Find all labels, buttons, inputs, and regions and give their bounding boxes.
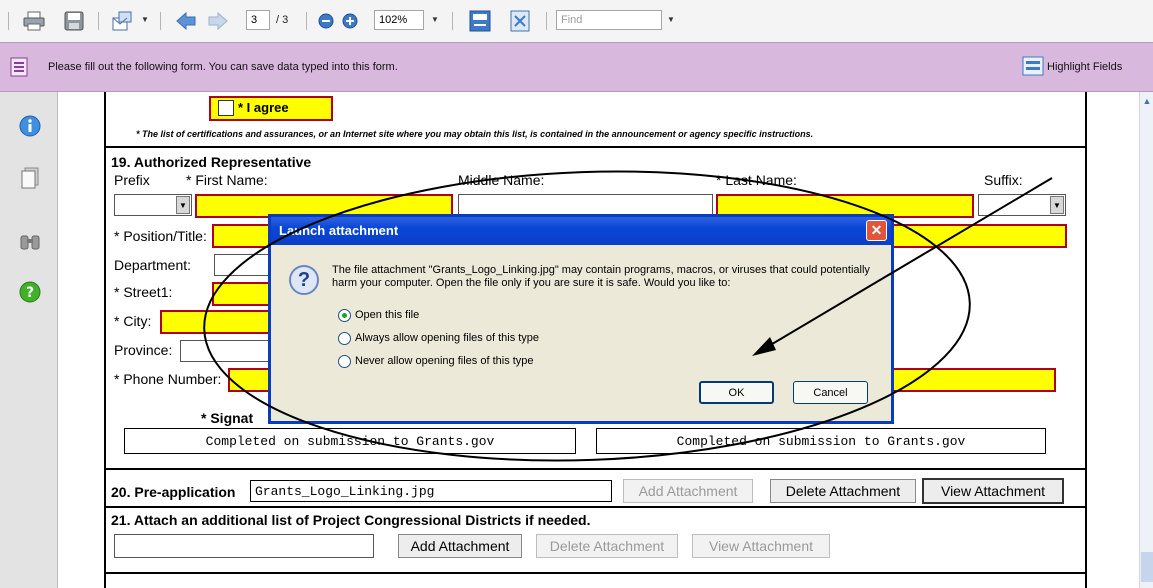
zoom-in-icon[interactable] xyxy=(340,9,360,33)
section-19-title: 19. Authorized Representative xyxy=(111,154,312,170)
zoom-out-icon[interactable] xyxy=(316,9,336,33)
suffix-select[interactable]: ▼ xyxy=(978,194,1066,216)
page-total: / 3 xyxy=(276,14,289,26)
street1-label: * Street1: xyxy=(114,284,173,300)
middle-name-label: Middle Name: xyxy=(458,172,545,188)
save-icon[interactable] xyxy=(62,9,86,33)
scroll-up-icon[interactable]: ▲ xyxy=(1141,96,1153,108)
previous-page-icon[interactable] xyxy=(174,9,198,33)
radio-label: Open this file xyxy=(355,309,420,321)
preapplication-file-field: Grants_Logo_Linking.jpg xyxy=(250,480,612,502)
toolbar-separator xyxy=(452,12,453,30)
next-page-icon[interactable] xyxy=(206,9,230,33)
radio-label: Never allow opening files of this type xyxy=(355,355,534,367)
section-21-label: 21. Attach an additional list of Project… xyxy=(111,512,591,528)
toolbar-separator xyxy=(8,12,9,30)
delete-attachment-2-button[interactable]: Delete Attachment xyxy=(536,534,678,558)
vertical-scrollbar[interactable]: ▲ xyxy=(1139,92,1153,588)
chevron-down-icon: ▼ xyxy=(1050,196,1064,214)
first-name-label: * First Name: xyxy=(186,172,268,188)
section-divider xyxy=(104,572,1087,574)
info-icon[interactable] xyxy=(18,114,42,138)
radio-icon xyxy=(338,354,351,368)
radio-selected-icon xyxy=(338,308,351,322)
add-attachment-2-button[interactable]: Add Attachment xyxy=(398,534,522,558)
help-icon[interactable]: ? xyxy=(18,280,42,304)
section-divider xyxy=(104,468,1087,470)
fit-width-icon[interactable] xyxy=(468,9,492,33)
launch-attachment-dialog: Launch attachment ✕ ? The file attachmen… xyxy=(268,214,894,424)
radio-label: Always allow opening files of this type xyxy=(355,332,540,344)
find-input[interactable]: Find xyxy=(556,10,662,30)
radio-never-allow[interactable]: Never allow opening files of this type xyxy=(338,353,534,369)
fit-page-icon[interactable] xyxy=(508,9,532,33)
toolbar-separator xyxy=(546,12,547,30)
toolbar: ▼ 3 / 3 102% ▼ Find ▼ xyxy=(0,0,1153,42)
toolbar-separator xyxy=(98,12,99,30)
form-border xyxy=(104,92,106,588)
navigation-pane: ? xyxy=(0,92,58,588)
city-label: * City: xyxy=(114,313,152,329)
agree-label: * I agree xyxy=(238,100,289,115)
chevron-down-icon[interactable]: ▼ xyxy=(430,12,440,28)
chevron-down-icon[interactable]: ▼ xyxy=(140,12,150,28)
signature-field: Completed on submission to Grants.gov xyxy=(124,428,576,454)
fax-number-field[interactable] xyxy=(892,368,1056,392)
last-name-label: * Last Name: xyxy=(716,172,797,188)
page-number-input[interactable]: 3 xyxy=(246,10,270,30)
view-attachment-2-button[interactable]: View Attachment xyxy=(692,534,830,558)
print-icon[interactable] xyxy=(22,9,46,33)
message-text: Please fill out the following form. You … xyxy=(48,61,398,73)
dialog-titlebar[interactable]: Launch attachment ✕ xyxy=(271,217,891,245)
question-icon: ? xyxy=(289,265,319,295)
position-title-label: * Position/Title: xyxy=(114,228,207,244)
scroll-thumb[interactable] xyxy=(1141,552,1153,582)
email-icon[interactable] xyxy=(110,9,136,33)
agree-checkbox[interactable] xyxy=(218,100,234,116)
delete-attachment-button[interactable]: Delete Attachment xyxy=(770,479,916,503)
binoculars-icon[interactable] xyxy=(18,230,42,254)
department-label: Department: xyxy=(114,257,192,273)
date-signed-field: Completed on submission to Grants.gov xyxy=(596,428,1046,454)
close-icon[interactable]: ✕ xyxy=(866,220,887,241)
view-attachment-button[interactable]: View Attachment xyxy=(922,478,1064,504)
toolbar-separator xyxy=(306,12,307,30)
dialog-title: Launch attachment xyxy=(279,223,399,238)
radio-always-allow[interactable]: Always allow opening files of this type xyxy=(338,330,539,346)
add-attachment-button[interactable]: Add Attachment xyxy=(623,479,753,503)
form-border xyxy=(1085,92,1087,588)
toolbar-separator xyxy=(160,12,161,30)
signature-label: * Signat xyxy=(201,410,254,426)
form-icon xyxy=(10,57,28,80)
suffix-label: Suffix: xyxy=(984,172,1023,188)
highlight-fields-button[interactable]: Highlight Fields xyxy=(1022,54,1122,80)
message-bar: Please fill out the following form. You … xyxy=(0,42,1153,92)
phone-number-label: * Phone Number: xyxy=(114,371,222,387)
radio-open-file[interactable]: Open this file xyxy=(338,307,419,323)
prefix-label: Prefix xyxy=(114,172,150,188)
cancel-button[interactable]: Cancel xyxy=(793,381,868,404)
section-divider xyxy=(104,146,1087,148)
section-divider xyxy=(104,506,1087,508)
highlight-icon xyxy=(1022,56,1044,79)
chevron-down-icon: ▼ xyxy=(176,196,190,214)
section-20-label: 20. Pre-application xyxy=(111,484,236,500)
province-label: Province: xyxy=(114,342,173,358)
highlight-fields-label: Highlight Fields xyxy=(1047,61,1123,73)
pages-icon[interactable] xyxy=(18,166,42,190)
prefix-select[interactable]: ▼ xyxy=(114,194,192,216)
districts-file-field xyxy=(114,534,374,558)
radio-icon xyxy=(338,331,351,345)
zoom-select[interactable]: 102% xyxy=(374,10,424,30)
svg-text:?: ? xyxy=(26,285,34,301)
chevron-down-icon[interactable]: ▼ xyxy=(666,12,676,28)
certification-note: * The list of certifications and assuran… xyxy=(136,129,814,139)
ok-button[interactable]: OK xyxy=(699,381,774,404)
dialog-message: The file attachment "Grants_Logo_Linking… xyxy=(332,264,870,289)
